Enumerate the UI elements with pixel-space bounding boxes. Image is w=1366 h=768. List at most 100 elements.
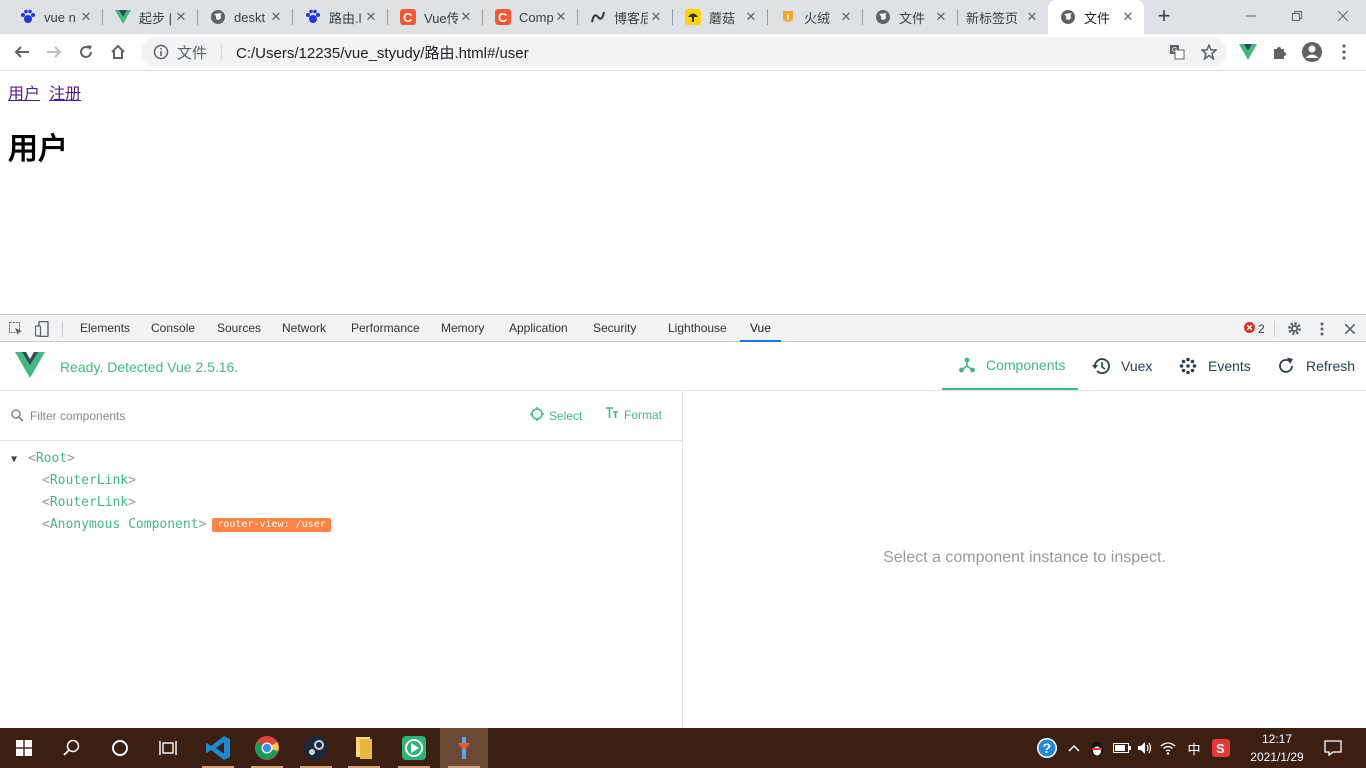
browser-tab[interactable]: 文件 ✕	[863, 0, 957, 34]
minimize-button[interactable]	[1228, 0, 1274, 32]
nav-refresh[interactable]: Refresh	[1260, 342, 1366, 390]
url-text[interactable]: C:/Users/12235/vue_styudy/路由.html#/user	[236, 42, 1163, 63]
tab-elements[interactable]: Elements	[72, 315, 138, 342]
qq-penguin-icon[interactable]	[1086, 728, 1108, 768]
steam-icon[interactable]	[292, 728, 340, 768]
component-tree: ▼ <Root> <RouterLink> <RouterLink> <Anony…	[0, 448, 682, 536]
filter-components-input[interactable]	[30, 407, 430, 425]
sogou-input-icon[interactable]: S	[1208, 728, 1234, 768]
vue-devtools-extension-icon[interactable]	[1234, 38, 1262, 66]
more-options-icon[interactable]	[1309, 315, 1335, 342]
tab-console[interactable]: Console	[143, 315, 203, 342]
error-counter[interactable]: 2	[1244, 322, 1265, 336]
components-icon	[958, 355, 976, 375]
system-clock[interactable]: 12:17 2021/1/29	[1244, 730, 1310, 766]
nav-events[interactable]: Events	[1162, 342, 1267, 390]
close-devtools-icon[interactable]	[1337, 315, 1363, 342]
tab-performance[interactable]: Performance	[343, 315, 428, 342]
close-window-button[interactable]	[1320, 0, 1366, 32]
close-icon[interactable]: ✕	[1120, 9, 1136, 25]
info-icon[interactable]	[153, 44, 169, 60]
wifi-icon[interactable]	[1156, 728, 1180, 768]
media-player-icon[interactable]	[390, 728, 438, 768]
close-icon[interactable]: ✕	[838, 9, 854, 25]
tab-network[interactable]: Network	[274, 315, 334, 342]
close-icon[interactable]: ✕	[933, 9, 949, 25]
select-button[interactable]: Select	[530, 407, 582, 424]
home-button[interactable]	[104, 38, 132, 66]
tree-node-routerlink[interactable]: <RouterLink>	[0, 492, 682, 514]
router-view-badge: router-view: /user	[212, 518, 331, 532]
toolbar-divider	[1274, 321, 1275, 337]
link-user[interactable]: 用户	[8, 84, 40, 103]
tree-node-routerlink[interactable]: <RouterLink>	[0, 470, 682, 492]
extensions-puzzle-icon[interactable]	[1266, 38, 1294, 66]
settings-gear-icon[interactable]	[1281, 315, 1307, 342]
browser-tab[interactable]: 路由.l ✕	[293, 0, 387, 34]
search-icon[interactable]	[48, 728, 96, 768]
close-icon[interactable]: ✕	[743, 9, 759, 25]
tab-title: 蘑菇	[709, 10, 736, 26]
restore-button[interactable]	[1274, 0, 1320, 32]
tree-node-root[interactable]: ▼ <Root>	[0, 448, 682, 470]
task-view-icon[interactable]	[144, 728, 192, 768]
browser-tab[interactable]: vue n ✕	[8, 0, 102, 34]
new-tab-button[interactable]: +	[1152, 5, 1176, 29]
battery-icon[interactable]	[1110, 728, 1134, 768]
close-icon[interactable]: ✕	[553, 9, 569, 25]
browser-tab[interactable]: 起步 | ✕	[103, 0, 197, 34]
tab-lighthouse[interactable]: Lighthouse	[660, 315, 735, 342]
ime-indicator[interactable]: 中	[1182, 728, 1206, 768]
forward-button[interactable]	[40, 38, 68, 66]
close-icon[interactable]: ✕	[78, 9, 94, 25]
help-icon[interactable]: ?	[1034, 728, 1060, 768]
tab-security[interactable]: Security	[585, 315, 644, 342]
close-icon[interactable]: ✕	[173, 9, 189, 25]
cnblogs-icon	[590, 9, 606, 25]
tool-icon[interactable]	[440, 728, 488, 768]
close-icon[interactable]: ✕	[648, 9, 664, 25]
close-icon[interactable]: ✕	[268, 9, 284, 25]
browser-tab[interactable]: 蘑菇 ✕	[673, 0, 767, 34]
browser-tab[interactable]: C Comp ✕	[483, 0, 577, 34]
address-bar[interactable]: 文件 C:/Users/12235/vue_styudy/路由.html#/us…	[141, 37, 1227, 67]
browser-tab[interactable]: deskt ✕	[198, 0, 292, 34]
start-icon[interactable]	[0, 728, 48, 768]
browser-tab[interactable]: 博客后 ✕	[578, 0, 672, 34]
format-button[interactable]: Format	[605, 407, 662, 422]
browser-tab[interactable]: 新标签页 ✕	[958, 0, 1048, 34]
device-toggle-icon[interactable]	[29, 315, 55, 342]
notification-center-icon[interactable]	[1318, 728, 1348, 768]
close-icon[interactable]: ✕	[1024, 9, 1040, 25]
translate-icon[interactable]: G	[1163, 38, 1191, 66]
tree-node-anonymous-component[interactable]: <Anonymous Component> router-view: /user	[0, 514, 682, 536]
inspect-element-icon[interactable]	[3, 315, 29, 342]
chrome-icon[interactable]	[243, 728, 291, 768]
link-register[interactable]: 注册	[49, 84, 81, 103]
nav-vuex[interactable]: Vuex	[1075, 342, 1168, 390]
volume-icon[interactable]	[1134, 728, 1156, 768]
csdn-icon: C	[400, 9, 416, 25]
close-icon[interactable]: ✕	[458, 9, 474, 25]
file-explorer-icon[interactable]	[340, 728, 388, 768]
tab-application[interactable]: Application	[501, 315, 576, 342]
bookmark-star-icon[interactable]	[1195, 38, 1223, 66]
close-icon[interactable]: ✕	[363, 9, 379, 25]
browser-tab[interactable]: 火绒 ✕	[768, 0, 862, 34]
omnibox-divider	[221, 44, 223, 60]
tab-vue[interactable]: Vue	[740, 315, 781, 342]
tab-memory[interactable]: Memory	[433, 315, 492, 342]
browser-tab-active[interactable]: 文件 ✕	[1048, 0, 1144, 34]
svg-text:?: ?	[1043, 740, 1052, 756]
expand-arrow-icon[interactable]: ▼	[11, 449, 28, 471]
nav-components[interactable]: Components	[942, 342, 1078, 390]
cortana-icon[interactable]	[96, 728, 144, 768]
back-button[interactable]	[8, 38, 36, 66]
chevron-up-icon[interactable]	[1064, 728, 1084, 768]
menu-kebab-icon[interactable]	[1330, 38, 1358, 66]
tab-sources[interactable]: Sources	[209, 315, 269, 342]
browser-tab[interactable]: C Vue传 ✕	[388, 0, 482, 34]
vscode-icon[interactable]	[194, 728, 242, 768]
reload-button[interactable]	[72, 38, 100, 66]
profile-avatar-icon[interactable]	[1298, 38, 1326, 66]
